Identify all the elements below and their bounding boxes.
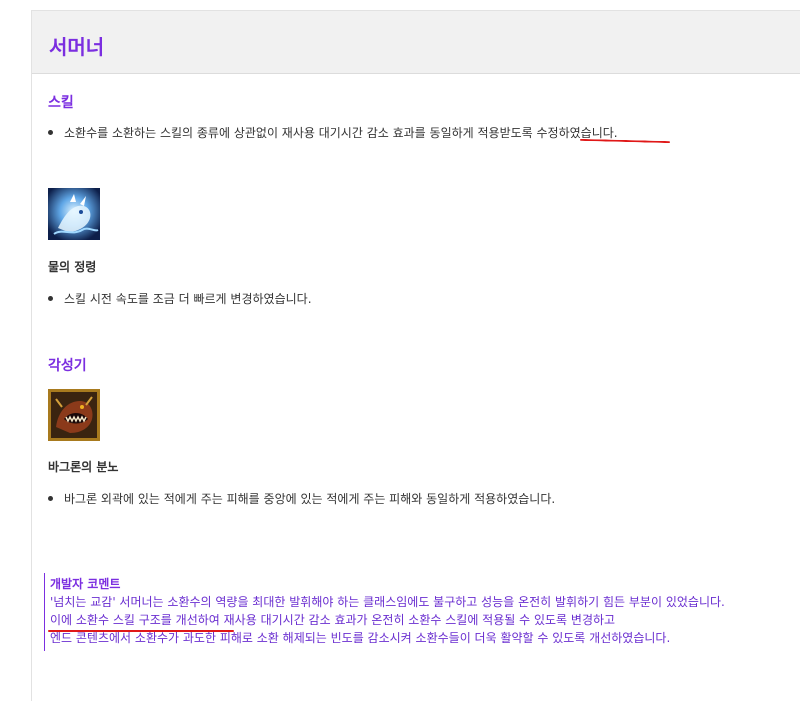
- developer-comment: 개발자 코멘트 '넘치는 교감' 서머너는 소환수의 역량을 최대한 발휘해야 …: [44, 573, 790, 651]
- skill-name-water-spirit: 물의 정령: [48, 260, 97, 274]
- annotation-underline: [48, 630, 234, 632]
- bullet-icon: [48, 296, 53, 301]
- list-item: 스킬 시전 속도를 조금 더 빠르게 변경하였습니다.: [48, 290, 312, 307]
- list-item: 바그론 외곽에 있는 적에게 주는 피해를 중앙에 있는 적에게 주는 피해와 …: [48, 490, 555, 507]
- page-title: 서머너: [49, 35, 105, 59]
- bullet-icon: [48, 496, 53, 501]
- section-title-awakening: 각성기: [48, 358, 87, 374]
- section-title-skill: 스킬: [48, 95, 74, 111]
- developer-comment-line: '넘치는 교감' 서머너는 소환수의 역량을 최대한 발휘해야 하는 클래스임에…: [50, 595, 725, 609]
- developer-comment-line: 이에 소환수 스킬 구조를 개선하여 재사용 대기시간 감소 효과가 온전히 소…: [50, 613, 616, 627]
- skill-name-bagron-fury: 바그론의 분노: [48, 460, 119, 474]
- list-item: 소환수를 소환하는 스킬의 종류에 상관없이 재사용 대기시간 감소 효과를 동…: [48, 124, 618, 141]
- bagron-fury-skill-icon: [48, 389, 100, 441]
- bullet-text: 바그론 외곽에 있는 적에게 주는 피해를 중앙에 있는 적에게 주는 피해와 …: [64, 492, 556, 506]
- developer-comment-title: 개발자 코멘트: [50, 577, 121, 591]
- bullet-text: 소환수를 소환하는 스킬의 종류에 상관없이 재사용 대기시간 감소 효과를 동…: [64, 126, 618, 140]
- bullet-text: 스킬 시전 속도를 조금 더 빠르게 변경하였습니다.: [64, 292, 312, 306]
- panel-header: 서머너: [32, 11, 800, 74]
- bullet-icon: [48, 130, 53, 135]
- water-spirit-skill-icon: [48, 188, 100, 240]
